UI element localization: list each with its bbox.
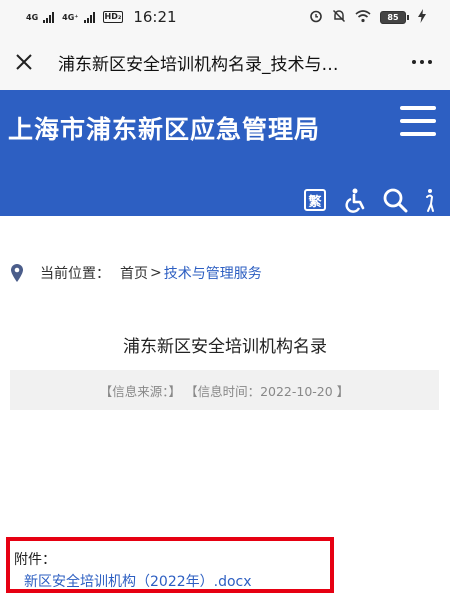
more-button[interactable] [408, 48, 436, 76]
status-right: 85 [309, 8, 426, 26]
page-title: 浦东新区安全培训机构名录_技术与… [58, 55, 339, 75]
traditional-chinese-label: 繁 [304, 189, 326, 211]
signal-icon-1 [43, 11, 55, 23]
breadcrumb-current[interactable]: 技术与管理服务 [164, 263, 262, 283]
signal-icon-2 [83, 11, 95, 23]
location-pin-icon [11, 264, 23, 282]
hd-badge: HD₂ [102, 11, 124, 23]
article-title: 浦东新区安全培训机构名录 [123, 337, 327, 357]
site-name[interactable]: 上海市浦东新区应急管理局 [8, 110, 320, 146]
traditional-chinese-button[interactable]: 繁 [302, 187, 328, 213]
close-button[interactable] [8, 46, 40, 78]
menu-icon [400, 106, 436, 110]
status-left: 4G 4G⁺ HD₂ 16:21 [26, 7, 177, 27]
breadcrumb-label: 当前位置： [40, 266, 110, 282]
mute-icon [332, 8, 346, 27]
breadcrumb-home[interactable]: 首页 [120, 263, 148, 283]
battery-level: 85 [380, 10, 406, 24]
title-bar: 浦东新区安全培训机构名录_技术与… [0, 34, 450, 90]
attachment-file-link[interactable]: 新区安全培训机构（2022年）.docx [24, 571, 252, 591]
info-date: 【信息时间：2022-10-20 】 [185, 383, 350, 399]
search-button[interactable] [382, 187, 408, 213]
more-icon [412, 60, 416, 64]
header-tools: 繁 [302, 186, 438, 214]
accessibility-icon [345, 188, 365, 213]
close-icon [16, 54, 32, 70]
menu-button[interactable] [400, 106, 436, 136]
network-label-2: 4G⁺ [62, 12, 79, 22]
breadcrumb-separator: > [150, 265, 162, 281]
elder-mode-icon [426, 189, 434, 212]
elder-mode-button[interactable] [422, 187, 438, 213]
clock: 16:21 [133, 8, 177, 26]
charging-icon [418, 8, 426, 27]
search-icon [383, 188, 408, 213]
site-header: 上海市浦东新区应急管理局 繁 [0, 90, 450, 216]
info-source: 【信息来源：】 [99, 383, 182, 399]
accessibility-button[interactable] [342, 187, 368, 213]
status-bar: 4G 4G⁺ HD₂ 16:21 85 [0, 0, 450, 34]
attachment-label: 附件： [14, 552, 56, 568]
breadcrumb: 当前位置： 首页 > 技术与管理服务 [10, 262, 262, 284]
battery-icon: 85 [380, 10, 409, 24]
article-info-bar: 【信息来源：】 【信息时间：2022-10-20 】 [10, 370, 439, 410]
network-label-1: 4G [26, 12, 39, 22]
wifi-icon [355, 8, 371, 27]
attachment-highlight-box: 附件： 新区安全培训机构（2022年）.docx [6, 537, 334, 593]
alarm-icon [309, 8, 323, 27]
